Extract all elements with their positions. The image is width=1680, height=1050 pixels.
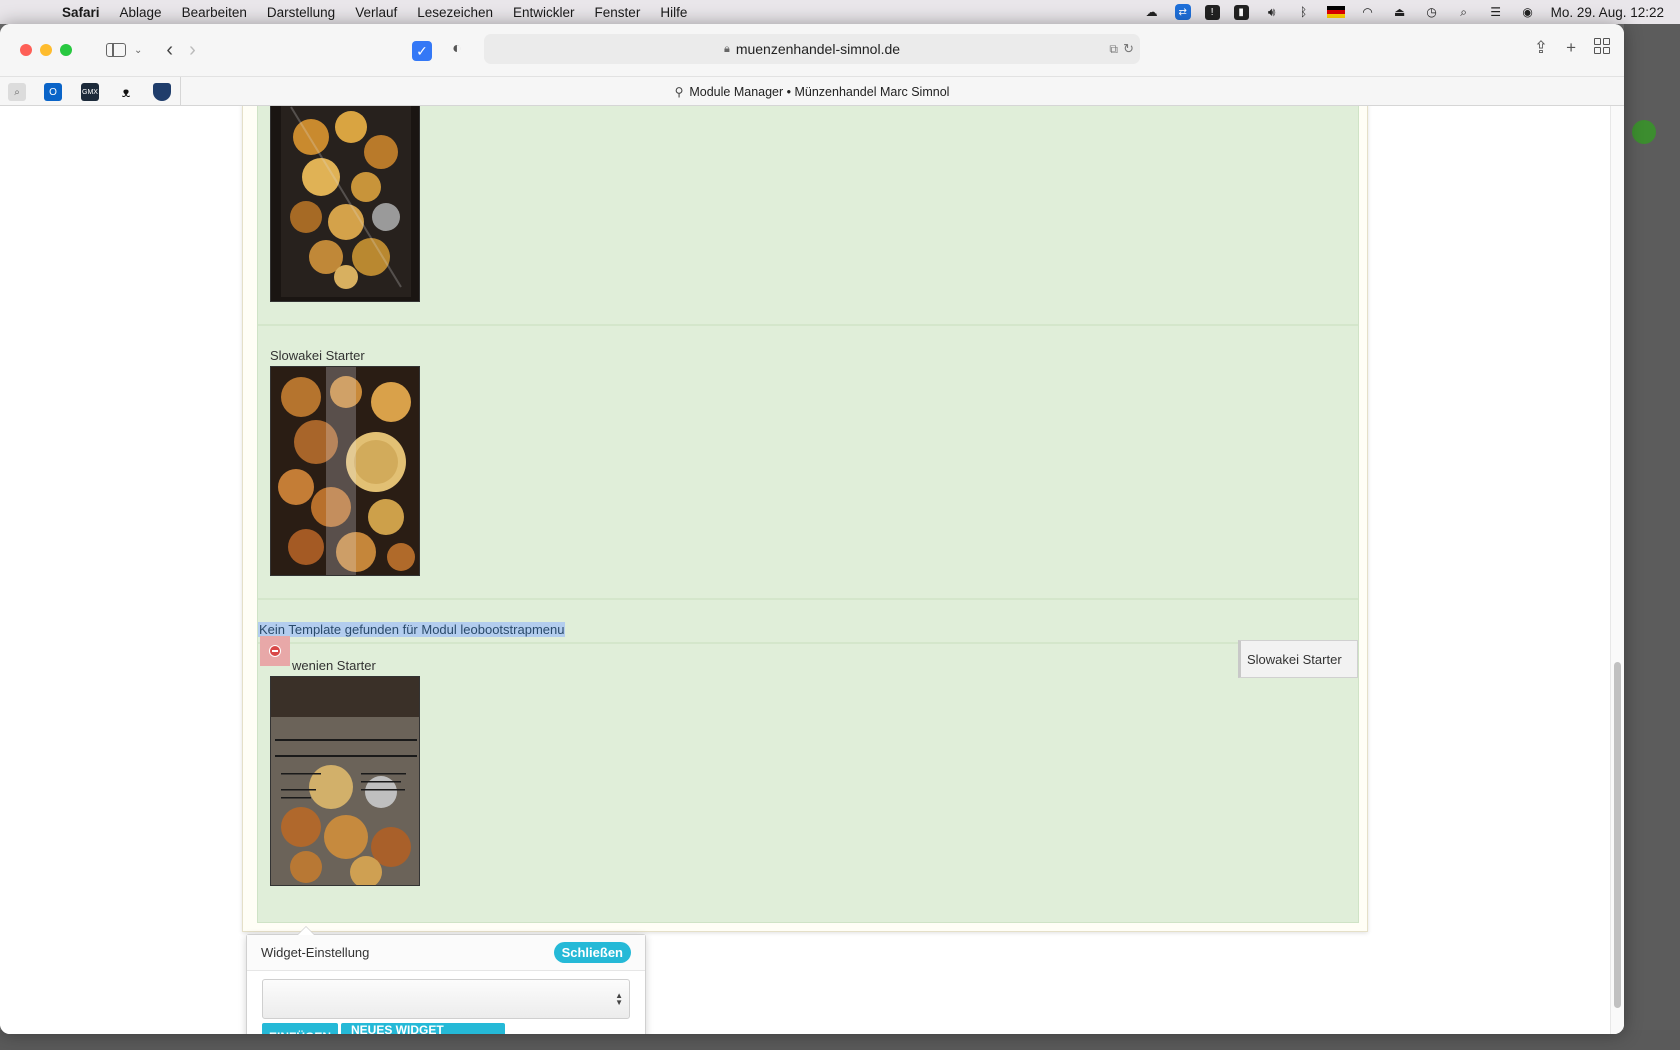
cloud-sync-icon[interactable]: ☁ [1143,5,1161,19]
keychain-icon[interactable]: ▮ [1233,4,1249,20]
item-label-slowenien: wenien Starter [292,658,376,673]
popover-title: Widget-Einstellung [261,945,370,960]
bluetooth-icon[interactable]: ᛒ [1295,5,1313,19]
new-tab-plus-icon[interactable]: + [1566,38,1576,58]
page-scrollbar[interactable] [1610,106,1624,1034]
tab-title-text: Module Manager • Münzenhandel Marc Simno… [689,85,950,99]
control-center-icon[interactable]: ☰ [1487,5,1505,19]
background-app-avatar-icon [1632,120,1656,144]
row-divider [258,598,1358,600]
eject-icon[interactable]: ⏏ [1391,5,1409,19]
scrollbar-thumb[interactable] [1614,662,1621,1008]
wifi-icon[interactable]: ◠ [1359,5,1377,19]
widget-select[interactable]: ▲ ▼ [262,979,630,1019]
create-widget-button[interactable]: NEUES WIDGET ERSTELLEN [341,1023,505,1034]
insert-widget-button[interactable]: EINFÜGEN [262,1023,338,1034]
popover-header: Widget-Einstellung Schließen [247,935,645,971]
german-flag-input-icon[interactable] [1326,6,1345,18]
time-machine-icon[interactable]: ◷ [1423,5,1441,19]
menu-verlauf[interactable]: Verlauf [345,5,407,20]
share-icon[interactable]: ⇪ [1534,38,1548,58]
minimize-window-icon[interactable] [40,44,52,56]
menu-app-safari[interactable]: Safari [52,5,110,20]
url-text: muenzenhandel-simnol.de [735,41,901,57]
menu-fenster[interactable]: Fenster [585,5,651,20]
menubar-clock[interactable]: Mo. 29. Aug. 12:22 [1551,5,1664,20]
close-popover-button[interactable]: Schließen [553,942,631,963]
template-error-message: Kein Template gefunden für Modul leoboot… [258,622,566,637]
web-content: Slowakei Starter Kein Template gefunden … [0,106,1624,1034]
translate-icon[interactable]: ⧉ [1109,42,1118,57]
spotlight-search-icon[interactable]: ⌕ [1455,5,1473,19]
widget-settings-popover: Widget-Einstellung Schließen ▲▼ EINFÜGEN… [246,926,646,1034]
row-divider [258,324,1358,326]
reload-icon[interactable]: ↻ [1123,41,1134,57]
siri-icon[interactable]: ◉ [1519,5,1537,19]
menu-ablage[interactable]: Ablage [110,5,172,20]
background-app-window [1624,24,1680,1050]
toolbar-right-actions: ⇪ + [1534,38,1624,58]
checkmark-extension-icon[interactable]: ✓ [412,41,432,61]
macos-menubar: Safari Ablage Bearbeiten Darstellung Ver… [0,0,1680,24]
menubar-status-area: ☁ ⇄ ! ▮ 🔊︎ ᛒ ◠ ⏏ ◷ ⌕ ☰ ◉ Mo. 29. Aug. 12… [1143,4,1680,20]
widget-drop-zone: Slowakei Starter Kein Template gefunden … [257,106,1359,923]
remove-widget-button[interactable] [260,636,290,666]
address-bar[interactable]: 🔒︎ muenzenhandel-simnol.de ⧉ ↻ [484,34,1140,64]
dragged-widget-chip[interactable]: Slowakei Starter [1238,640,1358,678]
privacy-shield-icon[interactable]: ◐ [452,40,462,58]
menu-lesezeichen[interactable]: Lesezeichen [407,5,503,20]
forward-arrow-icon[interactable]: › [189,39,196,62]
coin-bag-image-slowenien [270,676,420,886]
menu-darstellung[interactable]: Darstellung [257,5,345,20]
module-panel: Slowakei Starter Kein Template gefunden … [242,106,1368,932]
teamviewer-icon[interactable]: ⇄ [1174,4,1191,20]
volume-icon[interactable]: 🔊︎ [1263,5,1281,19]
menu-entwickler[interactable]: Entwickler [503,5,585,20]
fullscreen-window-icon[interactable] [60,44,72,56]
row-divider [258,642,1358,644]
tab-overview-icon[interactable] [1594,38,1610,54]
user-search-icon: ⚲ [674,85,684,99]
safari-toolbar: ⌄ ‹ › ✓ ◐ 🔒︎ muenzenhandel-simnol.de ⧉ ↻… [0,24,1624,76]
window-controls [20,44,72,56]
minus-circle-icon [269,645,281,657]
safari-window: ⌄ ‹ › ✓ ◐ 🔒︎ muenzenhandel-simnol.de ⧉ ↻… [0,24,1624,1034]
active-tab[interactable]: ⚲ Module Manager • Münzenhandel Marc Sim… [0,77,1624,107]
coin-bag-image [270,106,420,302]
exclamation-app-icon[interactable]: ! [1204,4,1220,20]
sidebar-toggle-icon[interactable] [106,43,126,57]
item-label-slowakei: Slowakei Starter [270,348,365,363]
favorites-bar: ⌕ O GMX ᴥ ⚲ Module Manager • Münzenhande… [0,76,1624,107]
menu-hilfe[interactable]: Hilfe [650,5,697,20]
coin-bag-image-slowakei [270,366,420,576]
select-arrows-icon: ▲ ▼ [615,991,623,1007]
menu-bearbeiten[interactable]: Bearbeiten [172,5,257,20]
chevron-down-icon[interactable]: ⌄ [134,45,142,56]
close-window-icon[interactable] [20,44,32,56]
back-arrow-icon[interactable]: ‹ [166,39,173,62]
lock-icon: 🔒︎ [723,42,730,55]
